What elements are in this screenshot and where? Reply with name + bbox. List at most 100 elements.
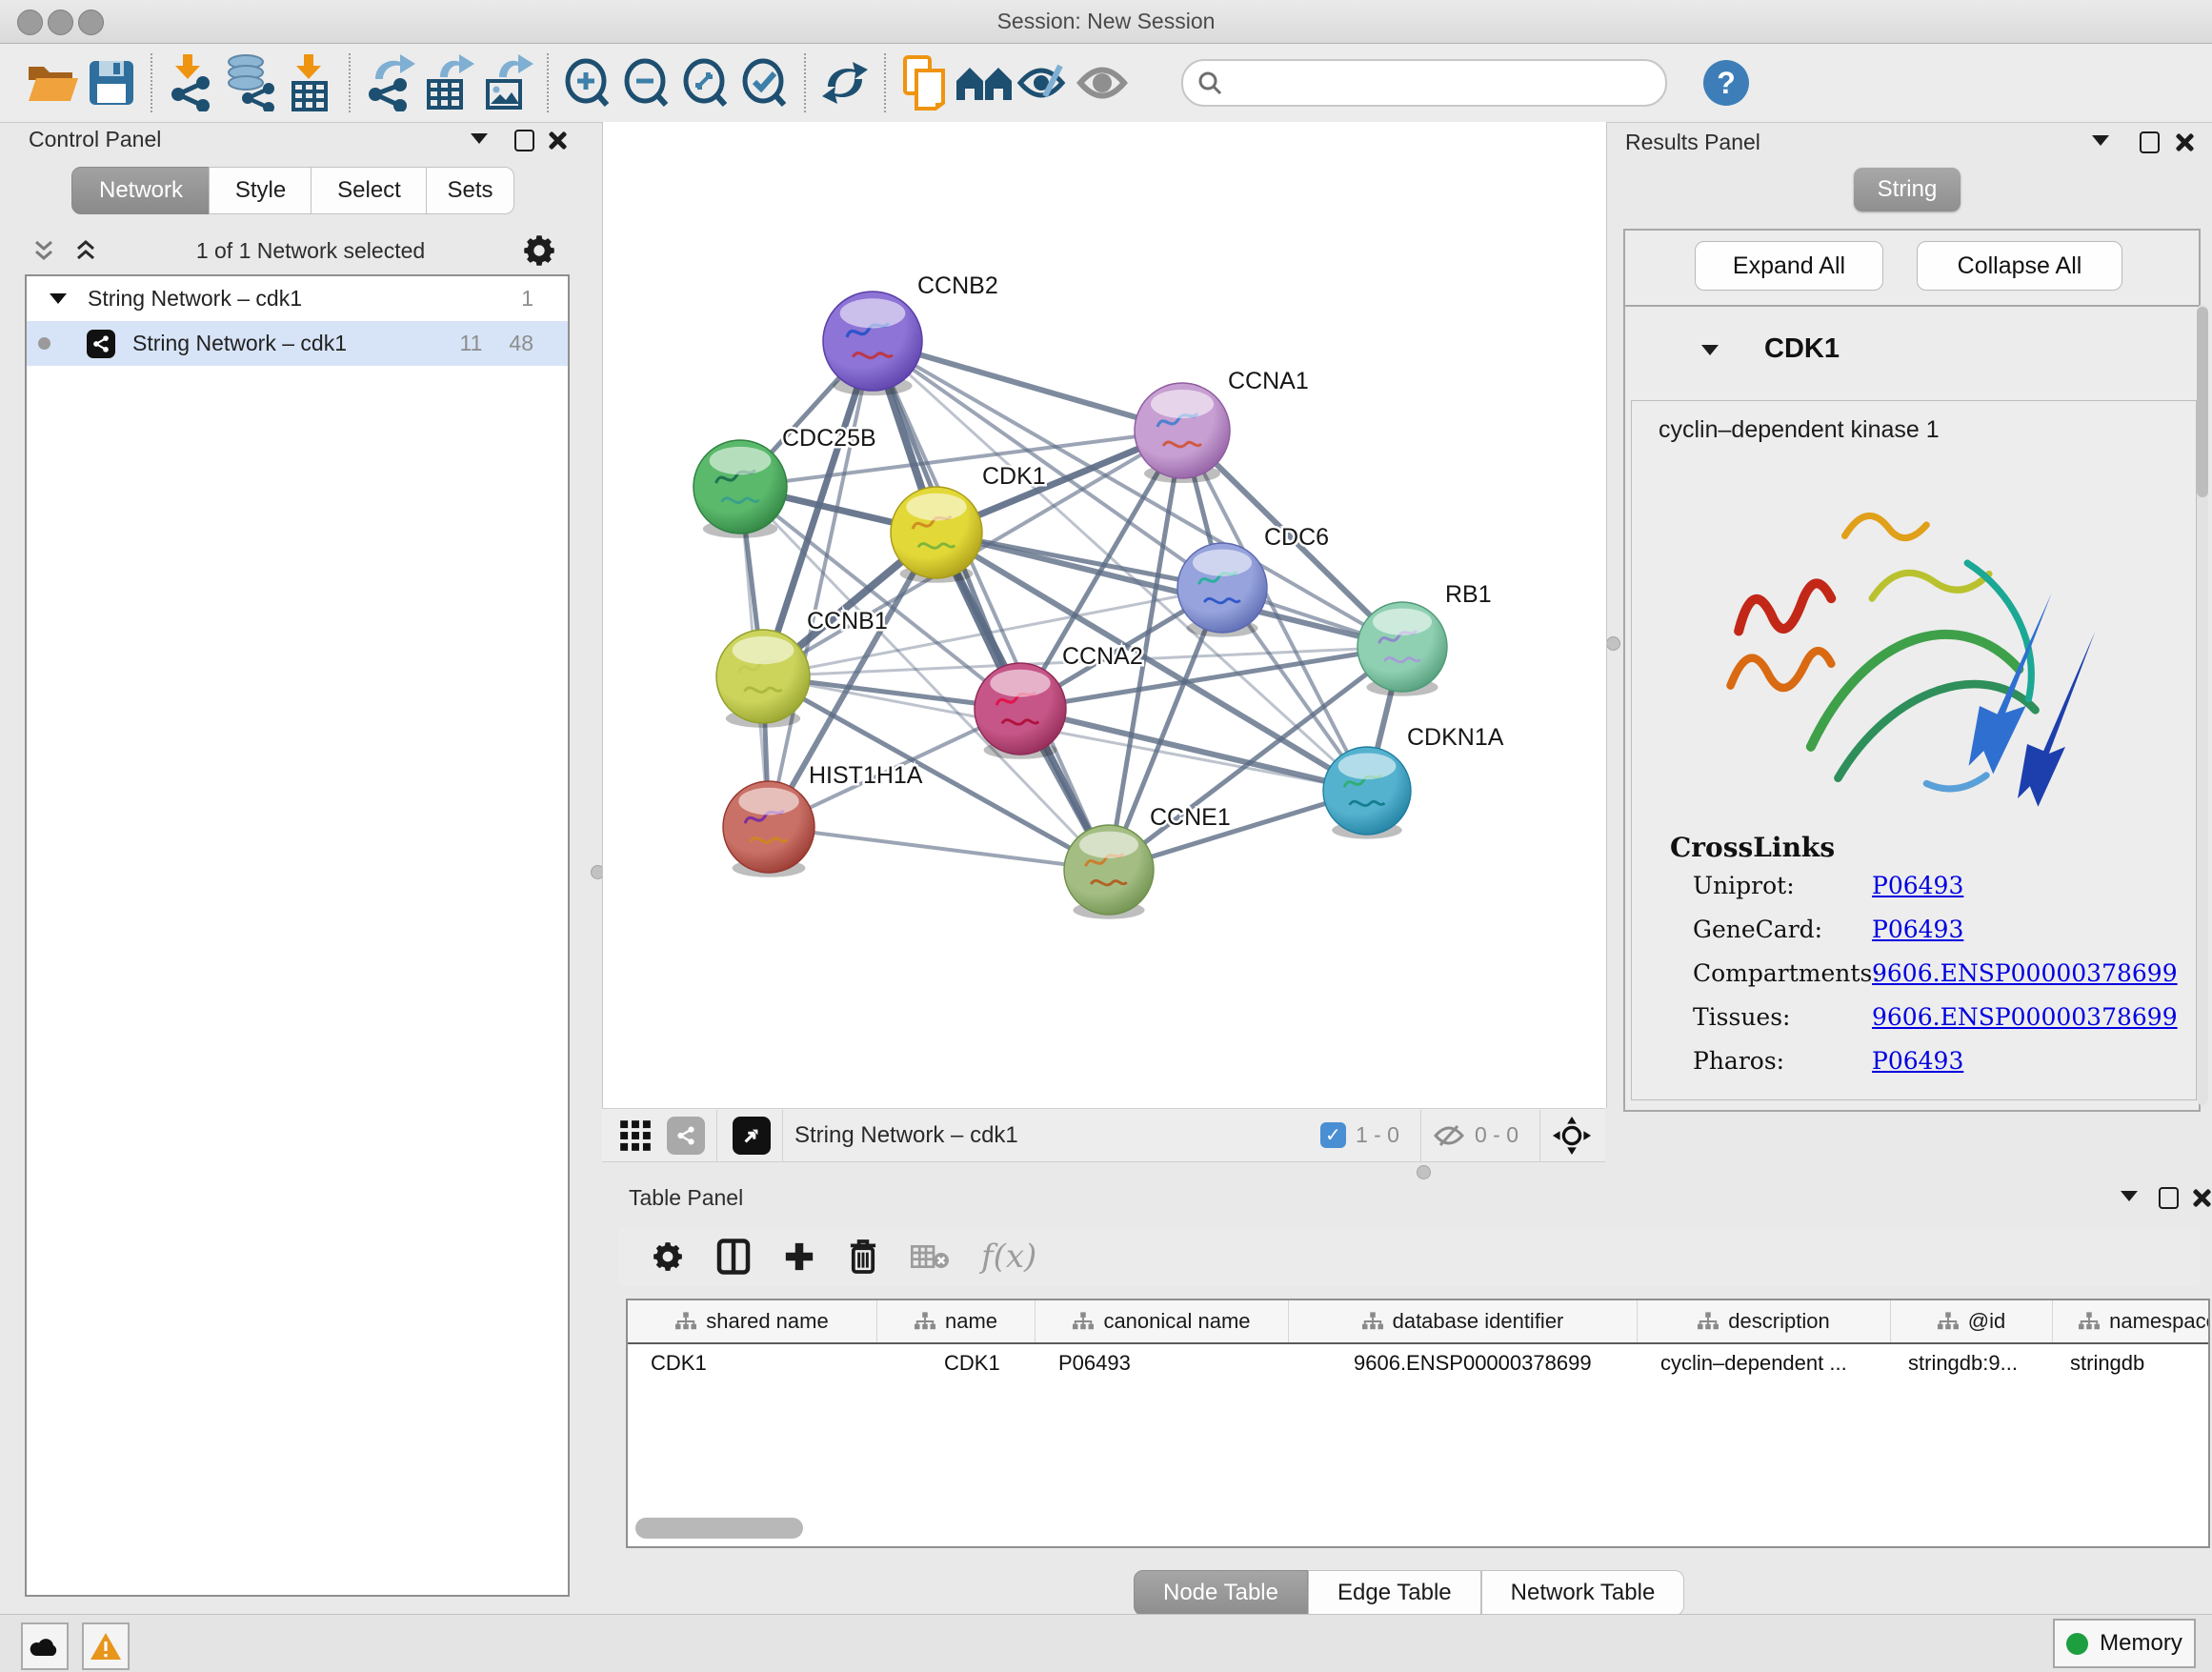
column-header-name[interactable]: name bbox=[877, 1300, 1036, 1342]
zoom-in-button[interactable] bbox=[558, 51, 617, 114]
apply-layout-button[interactable] bbox=[815, 51, 875, 114]
selected-checkbox-icon[interactable]: ✓ bbox=[1320, 1122, 1346, 1148]
tab-network[interactable]: Network bbox=[71, 167, 211, 214]
network-node-CDK1[interactable] bbox=[891, 487, 982, 578]
collection-caret-icon[interactable] bbox=[50, 293, 67, 304]
network-node-RB1[interactable] bbox=[1357, 602, 1447, 692]
export-network-button[interactable] bbox=[360, 51, 419, 114]
function-builder-button[interactable]: f(x) bbox=[981, 1238, 1036, 1276]
tab-node-table[interactable]: Node Table bbox=[1134, 1570, 1308, 1616]
horizontal-splitter-handle[interactable] bbox=[1417, 1165, 1431, 1179]
annotations-button[interactable] bbox=[895, 51, 955, 114]
network-node-CCNA1[interactable] bbox=[1135, 383, 1230, 478]
network-view-mode-icon[interactable] bbox=[667, 1117, 705, 1155]
expand-all-icon[interactable] bbox=[72, 239, 99, 262]
results-panel-close-icon[interactable] bbox=[2174, 132, 2193, 151]
network-node-CCNA2[interactable] bbox=[975, 663, 1066, 755]
column-header-namespace[interactable]: namespace bbox=[2053, 1300, 2210, 1342]
zoom-fit-button[interactable] bbox=[676, 51, 735, 114]
string-home-button[interactable] bbox=[955, 51, 1014, 114]
tab-sets[interactable]: Sets bbox=[426, 167, 514, 214]
control-panel-float-icon[interactable] bbox=[471, 133, 488, 144]
table-header-row: shared name name canonical name database… bbox=[628, 1300, 2208, 1344]
network-collection-row[interactable]: String Network – cdk1 1 bbox=[27, 276, 568, 321]
results-panel-float-icon[interactable] bbox=[2092, 135, 2109, 146]
gear-icon[interactable] bbox=[522, 233, 556, 268]
collapse-all-icon[interactable] bbox=[30, 239, 57, 262]
delete-column-button[interactable] bbox=[848, 1239, 878, 1275]
crosslink-row: GeneCard: bbox=[1693, 916, 1822, 943]
table-hscrollbar-thumb[interactable] bbox=[635, 1518, 803, 1539]
table-panel-maximize-icon[interactable] bbox=[2159, 1187, 2179, 1209]
network-node-CCNB2[interactable] bbox=[823, 292, 922, 391]
detach-view-button[interactable] bbox=[733, 1117, 771, 1155]
network-tree: String Network – cdk1 1 String Network –… bbox=[25, 274, 570, 1597]
column-header-shared-name[interactable]: shared name bbox=[628, 1300, 877, 1342]
crosslink-link[interactable]: P06493 bbox=[1872, 916, 1963, 943]
houses-icon bbox=[955, 62, 1014, 104]
search-input[interactable] bbox=[1223, 70, 1608, 96]
network-node-CCNE1[interactable] bbox=[1064, 825, 1154, 915]
control-panel-close-icon[interactable] bbox=[547, 131, 566, 150]
tab-edge-table[interactable]: Edge Table bbox=[1308, 1570, 1481, 1616]
control-panel-maximize-icon[interactable] bbox=[514, 130, 534, 151]
table-panel-close-icon[interactable] bbox=[2191, 1188, 2210, 1207]
network-node-CDC25B[interactable] bbox=[694, 440, 787, 534]
help-button[interactable]: ? bbox=[1703, 60, 1749, 106]
tab-select[interactable]: Select bbox=[311, 167, 428, 214]
network-node-CDC6[interactable] bbox=[1177, 543, 1267, 633]
import-network-file-button[interactable] bbox=[162, 51, 221, 114]
crosslink-link[interactable]: P06493 bbox=[1872, 1047, 1963, 1075]
results-scrollbar-thumb[interactable] bbox=[2197, 307, 2208, 497]
warnings-button[interactable] bbox=[82, 1622, 130, 1670]
table-panel-float-icon[interactable] bbox=[2121, 1191, 2138, 1201]
export-image-button[interactable] bbox=[478, 51, 537, 114]
zoom-selected-button[interactable] bbox=[735, 51, 794, 114]
import-network-database-button[interactable] bbox=[221, 51, 280, 114]
column-header-id[interactable]: @id bbox=[1891, 1300, 2053, 1342]
collapse-all-button[interactable]: Collapse All bbox=[1917, 241, 2122, 291]
graphics-details-button[interactable] bbox=[1073, 51, 1132, 114]
show-columns-button[interactable] bbox=[716, 1238, 751, 1276]
right-splitter-handle[interactable] bbox=[1606, 636, 1620, 651]
column-header-description[interactable]: description bbox=[1638, 1300, 1891, 1342]
crosslink-link[interactable]: 9606.ENSP00000378699 bbox=[1872, 959, 2178, 987]
memory-button[interactable]: Memory bbox=[2053, 1619, 2196, 1668]
network-edge[interactable] bbox=[769, 341, 873, 827]
network-canvas[interactable]: CCNB2CCNA1CDC25BCDK1CDC6RB1CCNB1CCNA2CDK… bbox=[602, 122, 1607, 1108]
tab-style[interactable]: Style bbox=[209, 167, 312, 214]
grid-view-icon[interactable] bbox=[617, 1118, 654, 1154]
import-table-icon bbox=[286, 54, 333, 111]
open-session-button[interactable] bbox=[23, 51, 82, 114]
enhanced-graphics-button[interactable] bbox=[1014, 51, 1073, 114]
network-row-selected[interactable]: String Network – cdk1 11 48 bbox=[27, 321, 568, 366]
crosslink-link[interactable]: P06493 bbox=[1872, 872, 1963, 899]
table-row[interactable]: CDK1 CDK1 P06493 9606.ENSP00000378699 cy… bbox=[628, 1344, 2208, 1382]
delete-table-button[interactable] bbox=[911, 1243, 949, 1270]
tab-string[interactable]: String bbox=[1854, 168, 1961, 212]
tab-network-table[interactable]: Network Table bbox=[1481, 1570, 1685, 1616]
network-node-HIST1H1A[interactable] bbox=[723, 781, 814, 873]
zoom-out-icon bbox=[622, 58, 672, 108]
save-session-button[interactable] bbox=[82, 51, 141, 114]
network-edge[interactable] bbox=[873, 341, 1109, 870]
add-column-button[interactable] bbox=[783, 1239, 815, 1274]
birdseye-crosshair-icon[interactable] bbox=[1552, 1116, 1592, 1156]
column-header-database-identifier[interactable]: database identifier bbox=[1289, 1300, 1638, 1342]
current-network-dot-icon bbox=[38, 337, 50, 350]
cloud-status-button[interactable] bbox=[21, 1622, 69, 1670]
results-panel-maximize-icon[interactable] bbox=[2140, 131, 2160, 153]
expand-all-button[interactable]: Expand All bbox=[1695, 241, 1883, 291]
import-table-button[interactable] bbox=[280, 51, 339, 114]
protein-caret-icon[interactable] bbox=[1701, 345, 1719, 355]
network-edge[interactable] bbox=[769, 827, 1109, 870]
network-node-CDKN1A[interactable] bbox=[1323, 747, 1411, 835]
column-header-canonical-name[interactable]: canonical name bbox=[1036, 1300, 1289, 1342]
table-settings-button[interactable] bbox=[652, 1240, 684, 1273]
export-table-button[interactable] bbox=[419, 51, 478, 114]
network-node-CCNB1[interactable] bbox=[716, 630, 810, 723]
zoom-out-button[interactable] bbox=[617, 51, 676, 114]
crosslink-link[interactable]: 9606.ENSP00000378699 bbox=[1872, 1003, 2178, 1031]
crosslink-row: Tissues: bbox=[1693, 1003, 1790, 1031]
documents-icon bbox=[901, 55, 949, 111]
